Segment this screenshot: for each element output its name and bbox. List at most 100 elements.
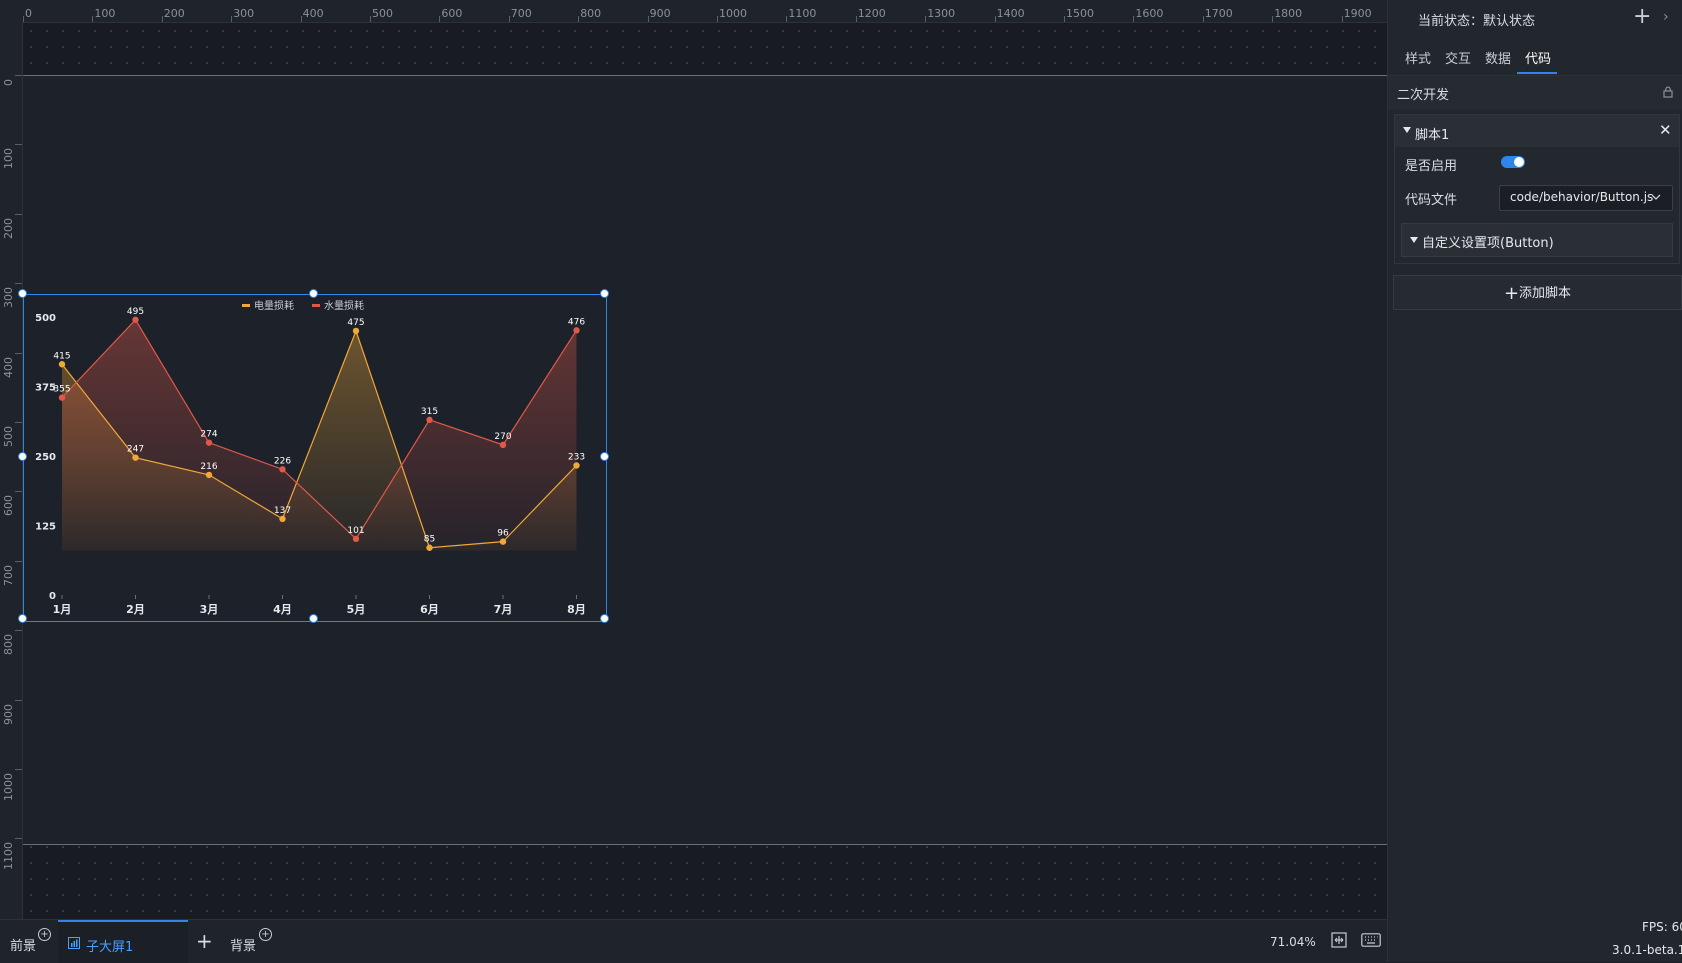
add-screen-plus-icon[interactable]: +	[196, 929, 213, 953]
ruler-tick	[994, 16, 996, 22]
ruler-label: 900	[649, 7, 671, 20]
add-background-plus-icon[interactable]: +	[259, 928, 272, 941]
close-icon[interactable]: ✕	[1659, 121, 1672, 139]
zoom-level[interactable]: 71.04%	[1270, 935, 1316, 949]
ruler-label: 500	[2, 426, 15, 447]
fit-screen-icon[interactable]	[1331, 932, 1347, 948]
resize-handle-bottom[interactable]	[309, 614, 318, 623]
ruler-tick	[231, 16, 233, 22]
data-label: 476	[568, 317, 585, 327]
ruler-label: 1100	[788, 7, 817, 20]
data-label: 96	[497, 529, 509, 539]
tab-style[interactable]: 样式	[1405, 48, 1431, 67]
ruler-tick	[786, 16, 788, 22]
data-point	[573, 327, 580, 334]
screen-tab-active[interactable]: 子大屏1	[58, 920, 188, 963]
ruler-label: 1200	[857, 7, 886, 20]
data-point	[132, 454, 139, 461]
add-state-plus-icon[interactable]: +	[1633, 4, 1651, 29]
data-point	[499, 538, 507, 545]
resize-handle-top-right[interactable]	[600, 289, 609, 298]
data-label: 137	[274, 506, 291, 516]
data-point	[205, 471, 213, 479]
resize-handle-top-left[interactable]	[18, 289, 27, 298]
tab-code[interactable]: 代码	[1525, 48, 1551, 67]
add-script-button[interactable]: +添加脚本	[1393, 275, 1682, 310]
script-title: 脚本1	[1415, 128, 1450, 143]
x-tick-label: 8月	[567, 603, 586, 616]
current-state-label[interactable]: 当前状态：默认状态	[1418, 10, 1535, 29]
fps-counter: FPS: 60	[1642, 920, 1682, 934]
data-point	[499, 441, 507, 449]
code-file-select[interactable]: code/behavior/Button.js	[1499, 185, 1673, 211]
ruler-label: 300	[233, 7, 255, 20]
lock-icon[interactable]	[1663, 86, 1673, 98]
ruler-label: 1500	[1066, 7, 1094, 20]
ruler-tick	[370, 16, 371, 22]
y-tick-label: 500	[35, 313, 56, 324]
resize-handle-bottom-left[interactable]	[18, 614, 27, 623]
code-file-label: 代码文件	[1405, 193, 1458, 208]
x-tick-label: 2月	[126, 603, 145, 616]
ruler-tick	[15, 630, 22, 632]
collapse-caret-icon	[1410, 237, 1418, 243]
y-tick-label: 125	[35, 522, 56, 533]
data-label: 247	[127, 445, 144, 455]
x-tick-label: 7月	[494, 603, 513, 616]
ruler-label: 1000	[719, 7, 747, 20]
add-foreground-plus-icon[interactable]: +	[38, 928, 51, 941]
resize-handle-top[interactable]	[309, 289, 318, 298]
data-label: 415	[53, 351, 70, 361]
resize-handle-right[interactable]	[600, 452, 609, 461]
expand-chevron-right-icon[interactable]: ›	[1663, 9, 1669, 25]
y-tick-label: 250	[35, 452, 56, 463]
ruler-label: 200	[2, 217, 15, 239]
ruler-label: 1800	[1274, 7, 1303, 20]
ruler-top: 0 100 200 300 400 500 600 700 800 900 1000 1100 1200…	[0, 0, 1387, 23]
ruler-tick	[578, 16, 580, 22]
state-bar: 当前状态：默认状态 + ›	[1388, 0, 1682, 36]
x-tick-label: 3月	[200, 603, 219, 616]
toggle-knob	[1514, 157, 1524, 167]
tab-data[interactable]: 数据	[1485, 48, 1511, 67]
legend-swatch	[242, 304, 250, 307]
ruler-tick	[15, 283, 22, 285]
enable-toggle[interactable]	[1501, 156, 1525, 168]
data-label: 226	[274, 456, 291, 466]
add-script-label: 添加脚本	[1519, 286, 1572, 301]
ruler-label: 1600	[1135, 7, 1164, 20]
resize-handle-bottom-right[interactable]	[600, 614, 609, 623]
panel-tabs: 样式 交互 数据 代码	[1388, 40, 1682, 76]
properties-panel: 当前状态：默认状态 + › 样式 交互 数据 代码 二次开发 脚本1 ✕ 是否启…	[1387, 0, 1682, 962]
ruler-label: 200	[163, 7, 185, 20]
resize-handle-left[interactable]	[18, 452, 27, 461]
code-file-value: code/behavior/Button.js	[1510, 190, 1654, 204]
data-label: 315	[421, 407, 438, 417]
plus-icon: +	[1503, 283, 1520, 304]
ruler-tick	[1202, 16, 1204, 22]
data-point	[573, 462, 580, 469]
ruler-tick	[15, 422, 22, 423]
script-header[interactable]: 脚本1 ✕	[1395, 115, 1679, 147]
ruler-label: 1400	[996, 7, 1025, 20]
ruler-tick	[15, 144, 22, 146]
keyboard-icon[interactable]	[1361, 933, 1381, 947]
screen-tab-label: 子大屏1	[86, 940, 134, 955]
ruler-tick	[15, 75, 22, 76]
background-tab[interactable]: 背景 +	[222, 920, 282, 963]
ruler-label: 0	[25, 7, 32, 20]
foreground-tab[interactable]: 前景 +	[0, 920, 58, 963]
line-chart-widget[interactable]: 0 125 250 375 500 1月 2月 3月 4月 5月 6月 7月 8月 415 247 216 13…	[18, 289, 609, 623]
ruler-label: 100	[94, 7, 116, 20]
ruler-label: 600	[2, 495, 15, 517]
ruler-tick	[15, 699, 22, 701]
tab-interaction[interactable]: 交互	[1445, 48, 1471, 67]
collapse-caret-icon[interactable]	[1403, 127, 1411, 133]
data-label: 85	[424, 535, 435, 545]
ruler-tick	[23, 16, 24, 22]
data-label: 270	[494, 432, 511, 442]
ruler-tick	[161, 16, 163, 22]
x-tick-label: 4月	[273, 603, 292, 616]
x-tick-label: 5月	[347, 603, 366, 616]
custom-settings-row[interactable]: 自定义设置项(Button)	[1401, 223, 1673, 257]
